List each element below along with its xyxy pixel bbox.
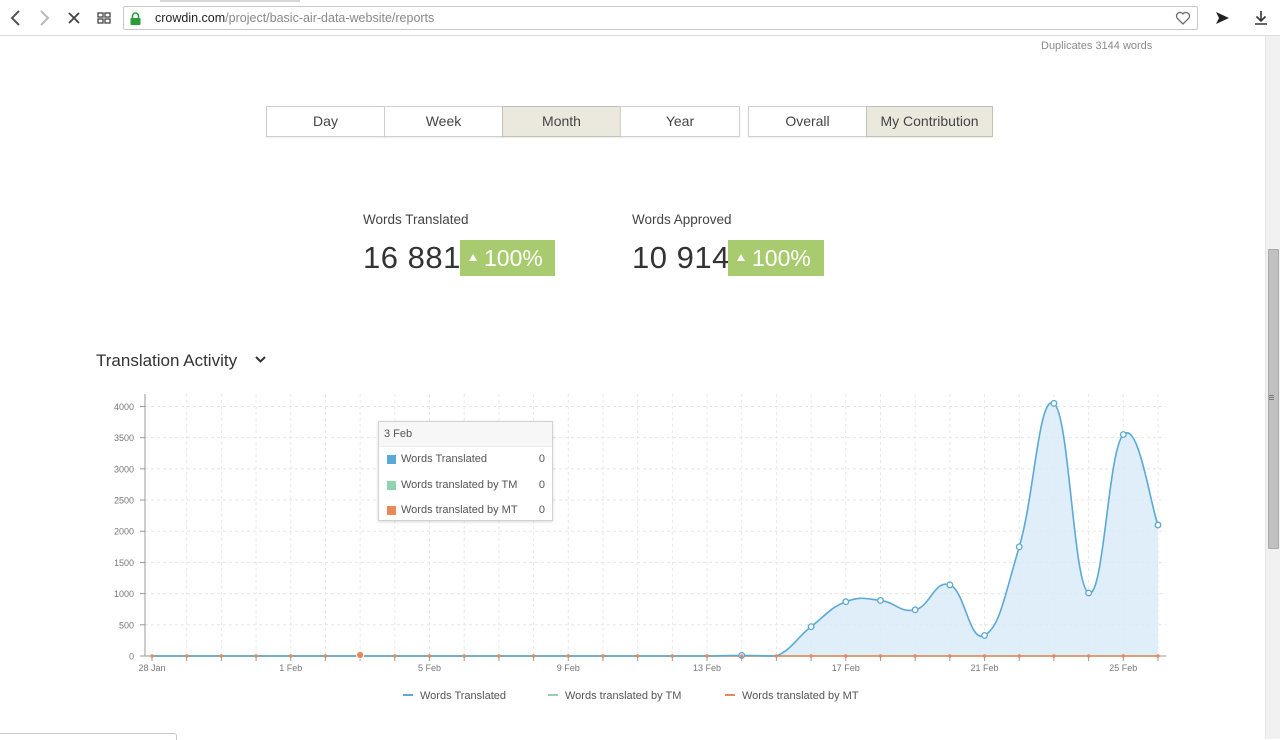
point-words-translated-mt bbox=[982, 654, 987, 658]
point-words-translated-mt bbox=[774, 654, 779, 658]
legend-line bbox=[403, 694, 413, 697]
point-words-translated-mt bbox=[844, 654, 848, 658]
y-tick-label: 500 bbox=[119, 620, 134, 630]
point-words-translated-mt bbox=[601, 654, 605, 658]
tooltip-row-name: Words translated by MT bbox=[401, 504, 518, 516]
x-tick-label: 1 Feb bbox=[279, 663, 302, 673]
point-words-translated-mt bbox=[150, 654, 154, 658]
point-words-translated-mt bbox=[323, 654, 328, 658]
legend-line bbox=[548, 694, 558, 697]
tooltip-row-value: 0 bbox=[538, 453, 545, 465]
y-tick-label: 0 bbox=[129, 652, 134, 662]
point-words-translated-mt bbox=[393, 654, 397, 658]
point-words-translated-mt bbox=[1017, 654, 1021, 658]
tooltip-row-name: Words Translated bbox=[401, 453, 488, 465]
x-tick-label: 9 Feb bbox=[557, 663, 580, 673]
point-words-translated-mt bbox=[809, 654, 813, 658]
y-tick-label: 4000 bbox=[114, 402, 134, 412]
point-words-translated bbox=[981, 631, 989, 639]
legend-label: Words translated by TM bbox=[565, 690, 682, 702]
point-words-translated bbox=[1015, 543, 1023, 551]
point-words-translated bbox=[1119, 431, 1127, 438]
y-tick-label: 2500 bbox=[114, 496, 134, 506]
point-words-translated-mt bbox=[219, 654, 224, 658]
x-tick-label: 28 Jan bbox=[138, 663, 165, 673]
point-words-translated-mt bbox=[531, 654, 536, 658]
point-words-translated-mt bbox=[289, 654, 293, 658]
y-tick-label: 1500 bbox=[114, 558, 134, 568]
y-tick-label: 3500 bbox=[114, 433, 134, 443]
tooltip-row-value: 0 bbox=[538, 504, 545, 516]
x-tick-label: 25 Feb bbox=[1109, 663, 1137, 673]
point-words-translated bbox=[1050, 399, 1058, 407]
legend-words-translated-tm[interactable]: Words translated by TM bbox=[548, 690, 681, 702]
point-words-translated-mt bbox=[1052, 654, 1056, 658]
point-words-translated-mt bbox=[1086, 654, 1091, 658]
legend-label: Words translated by MT bbox=[742, 690, 859, 702]
chart-area bbox=[152, 402, 1158, 656]
legend-words-translated-mt[interactable]: Words translated by MT bbox=[725, 690, 859, 702]
y-tick-label: 3000 bbox=[114, 464, 134, 474]
chart-tooltip: 3 Feb Words Translated 0 Words translate… bbox=[378, 421, 553, 521]
y-tick-label: 2000 bbox=[114, 527, 134, 537]
legend-label: Words Translated bbox=[420, 690, 507, 702]
tooltip-row: Words translated by MT 0 bbox=[379, 498, 552, 524]
point-words-translated-mt bbox=[497, 654, 501, 658]
legend-words-translated[interactable]: Words Translated bbox=[403, 690, 506, 702]
tooltip-date: 3 Feb bbox=[379, 422, 552, 447]
point-words-translated bbox=[842, 598, 850, 606]
point-words-translated-mt bbox=[1156, 654, 1160, 658]
point-words-translated-mt bbox=[254, 654, 258, 658]
tooltip-swatch bbox=[387, 455, 396, 464]
point-words-translated bbox=[911, 606, 919, 614]
point-words-translated-mt bbox=[740, 654, 744, 658]
tooltip-row-value: 0 bbox=[538, 478, 545, 491]
point-words-translated-mt bbox=[705, 654, 709, 658]
point-words-translated-mt bbox=[462, 654, 466, 658]
point-words-translated-mt bbox=[566, 654, 570, 658]
legend-line bbox=[725, 694, 735, 697]
area-words-translated bbox=[152, 402, 1158, 656]
point-words-translated bbox=[1154, 521, 1162, 529]
point-words-translated-mt bbox=[1121, 654, 1126, 658]
x-tick-label: 17 Feb bbox=[832, 663, 860, 673]
point-words-translated bbox=[1085, 589, 1093, 597]
tooltip-row-name: Words translated by TM bbox=[401, 478, 518, 491]
highlighted-point bbox=[356, 650, 365, 660]
point-words-translated-mt bbox=[878, 654, 883, 658]
tooltip-swatch bbox=[387, 480, 396, 490]
y-tick-label: 1000 bbox=[114, 589, 134, 599]
point-words-translated-mt bbox=[427, 654, 432, 658]
point-words-translated-mt bbox=[670, 654, 675, 658]
tooltip-row: Words translated by TM 0 bbox=[379, 473, 552, 499]
point-words-translated bbox=[877, 597, 884, 604]
translation-activity-chart: 0 500 1000 1500 2000 2500 3000 3500 4000 28 Jan 1 … bbox=[114, 394, 1166, 673]
tooltip-row: Words Translated 0 bbox=[379, 447, 552, 473]
point-words-translated-mt bbox=[184, 654, 189, 658]
point-words-translated bbox=[946, 581, 954, 589]
point-words-translated-mt bbox=[948, 654, 952, 658]
tooltip-swatch bbox=[387, 506, 396, 515]
point-words-translated-mt bbox=[913, 654, 917, 658]
x-tick-label: 5 Feb bbox=[418, 663, 441, 673]
x-tick-label: 13 Feb bbox=[693, 663, 721, 673]
x-tick-label: 21 Feb bbox=[971, 663, 999, 673]
point-words-translated bbox=[807, 623, 815, 631]
point-words-translated-mt bbox=[635, 654, 640, 658]
